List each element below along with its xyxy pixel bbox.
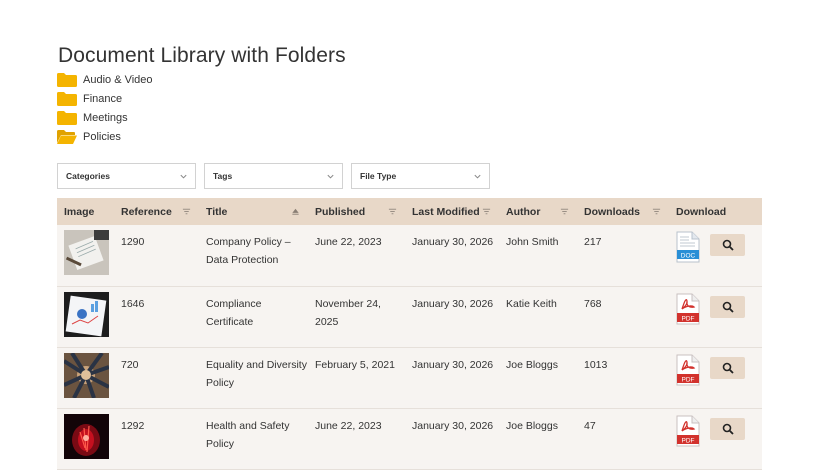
search-icon (722, 239, 734, 251)
published-cell: November 24, 2025 (315, 297, 381, 328)
red-light-thumbnail[interactable] (64, 413, 109, 459)
page-title: Document Library with Folders (58, 44, 346, 68)
sort-ascending-icon (292, 208, 299, 215)
folder-label: Audio & Video (83, 73, 153, 86)
title-cell: Company Policy – Data Protection (206, 236, 291, 266)
view-button[interactable] (710, 417, 745, 440)
view-button[interactable] (710, 234, 745, 256)
table-row: 720 Equality and Diversity Policy Februa… (57, 347, 762, 408)
column-header-reference[interactable]: Reference (114, 198, 199, 225)
author-cell: Katie Keith (506, 297, 557, 310)
document-table: Image Reference Title Published Last Mod… (57, 198, 762, 470)
sort-icon (482, 208, 491, 215)
modified-cell: January 30, 2026 (412, 236, 494, 248)
sort-icon (560, 208, 569, 215)
filter-label: Categories (66, 171, 110, 181)
folder-item-audio-video[interactable]: Audio & Video (57, 70, 153, 89)
modified-cell: January 30, 2026 (412, 419, 494, 432)
folder-label: Meetings (83, 111, 128, 124)
folder-item-meetings[interactable]: Meetings (57, 108, 153, 127)
title-cell: Health and Safety Policy (206, 419, 290, 450)
sort-icon (652, 208, 661, 215)
modified-cell: January 30, 2026 (412, 358, 494, 371)
folder-icon (57, 72, 77, 87)
view-button[interactable] (710, 295, 745, 318)
column-header-downloads[interactable]: Downloads (577, 198, 669, 225)
charts-thumbnail[interactable] (64, 291, 109, 337)
table-row: 1292 Health and Safety Policy June 22, 2… (57, 408, 762, 469)
search-icon (722, 423, 734, 435)
search-icon (722, 301, 734, 313)
author-cell: John Smith (506, 236, 559, 248)
filter-label: File Type (360, 171, 397, 181)
filter-label: Tags (213, 171, 233, 181)
pdf-file-icon[interactable]: PDF (676, 415, 700, 447)
downloads-cell: 1013 (584, 358, 608, 371)
downloads-cell: 768 (584, 297, 602, 310)
pdf-file-icon[interactable]: PDF (676, 354, 700, 386)
reference-cell: 720 (121, 358, 139, 371)
categories-filter[interactable]: Categories (57, 163, 196, 189)
folder-label: Finance (83, 92, 123, 105)
column-header-download: Download (676, 205, 727, 218)
document-table-container: Image Reference Title Published Last Mod… (57, 198, 762, 470)
column-header-author[interactable]: Author (499, 198, 577, 225)
column-header-title[interactable]: Title (199, 198, 308, 225)
title-cell: Compliance Certificate (206, 297, 262, 328)
downloads-cell: 47 (584, 419, 596, 432)
folder-open-icon (57, 129, 77, 144)
folder-item-policies[interactable]: Policies (57, 127, 153, 146)
author-cell: Joe Bloggs (506, 358, 558, 371)
folder-label: Policies (83, 130, 121, 143)
reference-cell: 1646 (121, 297, 145, 310)
folder-list: Audio & Video Finance Meetings Policies (57, 70, 153, 146)
sort-icon (182, 208, 191, 215)
svg-text:PDF: PDF (682, 315, 695, 322)
tags-filter[interactable]: Tags (204, 163, 343, 189)
chevron-down-icon (180, 174, 187, 179)
modified-cell: January 30, 2026 (412, 297, 494, 310)
file-type-filter[interactable]: File Type (351, 163, 490, 189)
search-icon (722, 362, 734, 374)
view-button[interactable] (710, 356, 745, 379)
chevron-down-icon (474, 174, 481, 179)
svg-text:PDF: PDF (682, 376, 695, 383)
published-cell: February 5, 2021 (315, 358, 395, 371)
filter-bar: Categories Tags File Type (57, 163, 498, 189)
column-header-image: Image (64, 205, 95, 218)
table-header-row: Image Reference Title Published Last Mod… (57, 198, 762, 225)
table-row: 1290 Company Policy – Data Protection Ju… (57, 225, 762, 286)
column-header-last-modified[interactable]: Last Modified (405, 198, 499, 225)
published-cell: June 22, 2023 (315, 236, 382, 248)
folder-item-finance[interactable]: Finance (57, 89, 153, 108)
table-row: 1646 Compliance Certificate November 24,… (57, 286, 762, 347)
chevron-down-icon (327, 174, 334, 179)
column-header-published[interactable]: Published (308, 198, 405, 225)
folder-icon (57, 110, 77, 125)
published-cell: June 22, 2023 (315, 419, 382, 432)
paperwork-thumbnail[interactable] (64, 230, 109, 275)
reference-cell: 1292 (121, 419, 145, 432)
svg-text:DOC: DOC (681, 252, 696, 259)
team-hands-thumbnail[interactable] (64, 352, 109, 398)
title-cell: Equality and Diversity Policy (206, 358, 307, 389)
sort-icon (388, 208, 397, 215)
author-cell: Joe Bloggs (506, 419, 558, 432)
downloads-cell: 217 (584, 236, 602, 248)
folder-icon (57, 91, 77, 106)
reference-cell: 1290 (121, 236, 145, 248)
svg-text:PDF: PDF (682, 437, 695, 444)
doc-file-icon[interactable]: DOC (676, 231, 700, 263)
pdf-file-icon[interactable]: PDF (676, 293, 700, 325)
